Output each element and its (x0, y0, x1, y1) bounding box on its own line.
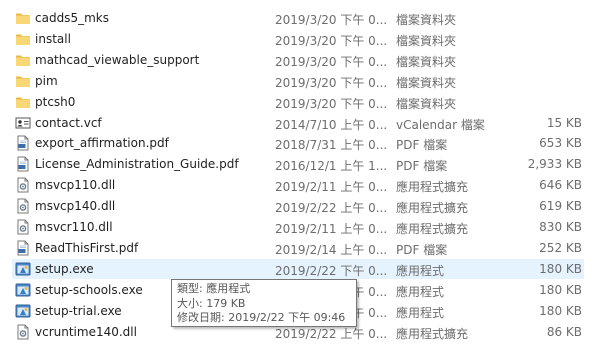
file-row[interactable]: cadds5_mks 2019/3/20 下午 0... 檔案資料夾 (12, 8, 584, 28)
file-size: 180 KB (539, 261, 582, 276)
dll-icon (15, 219, 31, 235)
file-size: 619 KB (539, 199, 582, 214)
file-type: 檔案資料夾 (396, 54, 457, 69)
file-name: pim (35, 73, 58, 88)
file-row[interactable]: pim 2019/3/20 下午 0... 檔案資料夾 (12, 71, 584, 91)
file-name: export_affirmation.pdf (35, 136, 169, 151)
file-type: 應用程式擴充 (396, 180, 469, 195)
file-type: 檔案資料夾 (396, 96, 457, 111)
exe-icon (15, 303, 31, 319)
file-type: 檔案資料夾 (396, 13, 457, 27)
file-date: 2019/2/22 下午 0... (275, 263, 388, 278)
tooltip-date: 修改日期: 2019/2/22 下午 09:46 (177, 311, 346, 324)
file-size: 830 KB (539, 220, 582, 234)
file-row[interactable]: setup.exe 2019/2/22 下午 0... 應用程式 180 KB (12, 258, 584, 279)
file-type: PDF 檔案 (396, 138, 448, 153)
file-row[interactable]: License_Administration_Guide.pdf 2016/12/… (12, 154, 584, 174)
file-name: msvcr110.dll (35, 220, 113, 234)
dll-icon (15, 177, 31, 193)
file-type: 應用程式 (396, 263, 445, 278)
file-date: 2019/3/20 下午 0... (275, 13, 388, 27)
file-date: 2019/2/14 上午 0... (275, 242, 388, 257)
file-name: License_Administration_Guide.pdf (35, 157, 239, 172)
file-tooltip: 類型: 應用程式 大小: 179 KB 修改日期: 2019/2/22 下午 0… (171, 279, 357, 327)
tooltip-size: 大小: 179 KB (177, 296, 246, 310)
folder-icon (15, 73, 31, 89)
file-name: install (35, 31, 71, 46)
file-date: 2019/3/20 下午 0... (275, 54, 388, 69)
folder-icon (15, 10, 31, 26)
file-row[interactable]: ReadThisFirst.pdf 2019/2/14 上午 0... PDF 檔案… (12, 238, 584, 258)
file-row[interactable]: contact.vcf 2014/7/10 上午 0... vCalendar 檔案… (12, 113, 584, 133)
file-row[interactable]: msvcp110.dll 2019/2/11 上午 0... 應用程式擴充 646 K… (12, 175, 584, 195)
file-row[interactable]: mathcad_viewable_support 2019/3/20 下午 0..… (12, 50, 584, 70)
file-row[interactable]: msvcr110.dll 2019/2/11 上午 0... 應用程式擴充 830 K… (12, 217, 584, 237)
file-date: 2019/3/20 下午 0... (275, 75, 388, 90)
file-type: 應用程式擴充 (396, 222, 469, 236)
folder-icon (15, 52, 31, 68)
file-name: setup.exe (35, 261, 94, 276)
file-type: PDF 檔案 (396, 159, 448, 174)
file-name: mathcad_viewable_support (35, 52, 200, 67)
file-type: 應用程式擴充 (396, 326, 469, 341)
pdf-icon (15, 135, 31, 151)
file-date: 2014/7/10 上午 0... (275, 117, 388, 132)
file-date: 2016/12/1 上午 1... (275, 159, 388, 174)
exe-icon (15, 282, 31, 298)
file-size: 2,933 KB (527, 157, 582, 172)
file-name: msvcp110.dll (35, 178, 116, 193)
pdf-icon (15, 156, 31, 172)
file-date: 2019/3/20 下午 0... (275, 96, 388, 111)
file-date: 2019/3/20 下午 0... (275, 33, 388, 48)
file-date: 2019/2/11 上午 0... (275, 222, 388, 236)
folder-icon (15, 31, 31, 47)
file-row[interactable]: install 2019/3/20 下午 0... 檔案資料夾 (12, 29, 584, 49)
file-date: 2019/2/11 上午 0... (275, 180, 388, 195)
file-type: 應用程式 (396, 305, 445, 320)
file-type: 應用程式擴充 (396, 201, 469, 216)
file-size: 653 KB (539, 136, 582, 151)
file-date: 2019/2/22 上午 0... (275, 326, 388, 341)
file-name: cadds5_mks (35, 11, 109, 25)
file-name: ptcsh0 (35, 94, 76, 109)
file-row[interactable]: export_affirmation.pdf 2018/7/31 上午 0... P… (12, 133, 584, 153)
file-type: 應用程式 (396, 284, 445, 299)
file-name: msvcp140.dll (35, 199, 116, 214)
folder-icon (15, 94, 31, 110)
file-date: 2018/7/31 上午 0... (275, 138, 388, 153)
file-name: ReadThisFirst.pdf (35, 240, 139, 255)
file-name: setup-schools.exe (35, 282, 143, 297)
file-date: 2019/2/22 上午 0... (275, 201, 388, 216)
file-row[interactable]: ptcsh0 2019/3/20 下午 0... 檔案資料夾 (12, 92, 584, 112)
file-size: 15 KB (546, 115, 582, 130)
vcard-icon (15, 115, 31, 131)
tooltip-type: 類型: 應用程式 (177, 282, 251, 295)
pdf-icon (15, 240, 31, 256)
file-size: 646 KB (539, 178, 582, 193)
file-size: 252 KB (539, 240, 582, 255)
file-size: 180 KB (539, 282, 582, 297)
file-name: setup-trial.exe (35, 303, 122, 318)
file-type: vCalendar 檔案 (396, 117, 485, 132)
file-name: vcruntime140.dll (35, 324, 137, 339)
file-type: PDF 檔案 (396, 242, 448, 257)
file-name: contact.vcf (35, 115, 102, 130)
file-row[interactable]: msvcp140.dll 2019/2/22 上午 0... 應用程式擴充 619 K… (12, 196, 584, 216)
dll-icon (15, 198, 31, 214)
file-size: 180 KB (539, 303, 582, 318)
exe-icon (15, 261, 31, 277)
dll-icon (15, 324, 31, 340)
file-size: 86 KB (546, 324, 582, 339)
file-type: 檔案資料夾 (396, 75, 457, 90)
file-type: 檔案資料夾 (396, 33, 457, 48)
